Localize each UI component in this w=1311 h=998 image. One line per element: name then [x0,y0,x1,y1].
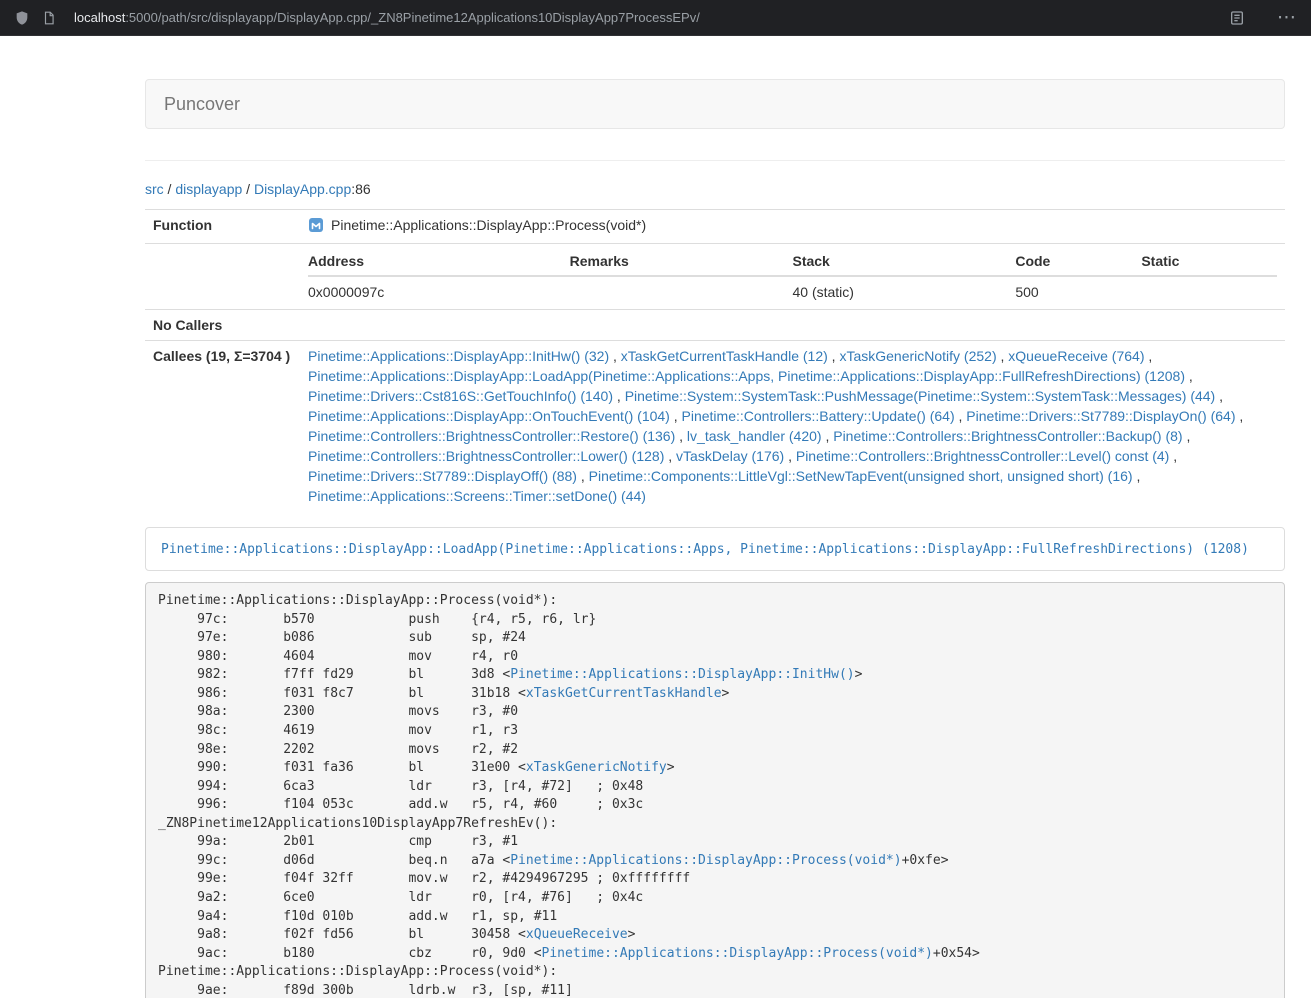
no-callers-value [300,310,1285,341]
browser-chrome: localhost:5000/path/src/displayapp/Displ… [0,0,1311,36]
callee-separator: , [577,468,589,484]
loadapp-symbol-link[interactable]: Pinetime::Applications::DisplayApp::Load… [161,542,1249,557]
disasm-symbol-link[interactable]: xTaskGetCurrentTaskHandle [526,686,722,701]
callee-separator: , [1144,348,1152,364]
callee-link[interactable]: Pinetime::Drivers::Cst816S::GetTouchInfo… [308,388,613,404]
callees-label: Callees (19, Σ=3704 ) [145,341,300,512]
breadcrumb-link-displayapp[interactable]: displayapp [175,181,242,197]
callee-separator: , [955,408,967,424]
callee-link[interactable]: Pinetime::Drivers::St7789::DisplayOn() (… [966,408,1235,424]
callee-separator: , [664,448,676,464]
callee-separator: , [675,428,687,444]
callee-link[interactable]: Pinetime::Controllers::BrightnessControl… [308,448,664,464]
callee-link[interactable]: Pinetime::Applications::DisplayApp::Init… [308,348,609,364]
callee-link[interactable]: xTaskGenericNotify (252) [839,348,996,364]
shield-icon[interactable] [14,10,30,26]
function-label: Function [145,210,300,244]
breadcrumb-link-displayapp.cpp[interactable]: DisplayApp.cpp [254,181,351,197]
url-path: :5000/path/src/displayapp/DisplayApp.cpp… [125,10,700,25]
breadcrumb-separator: / [242,181,254,197]
function-table: Function Pinetime::Applications::Display… [145,209,1285,511]
col-stack: Stack [792,246,1015,276]
callee-link[interactable]: Pinetime::Controllers::Battery::Update()… [682,408,955,424]
reader-mode-icon[interactable] [1229,10,1245,26]
menu-icon[interactable]: ⋯ [1277,8,1297,27]
metrics-table: Address Remarks Stack Code Static 0x0000… [308,246,1277,307]
callee-link[interactable]: Pinetime::Controllers::BrightnessControl… [833,428,1182,444]
metrics-data-row: 0x0000097c 40 (static) 500 [308,276,1277,307]
no-callers-row: No Callers [145,310,1285,341]
function-icon [308,217,324,238]
navbar: Puncover [145,79,1285,129]
callee-link[interactable]: Pinetime::Components::LittleVgl::SetNewT… [589,468,1133,484]
cell-static [1141,276,1277,307]
breadcrumb-line-number: :86 [351,181,370,197]
disasm-symbol-link[interactable]: Pinetime::Applications::DisplayApp::Init… [510,667,854,682]
page-icon [42,11,56,25]
callee-link[interactable]: Pinetime::Controllers::BrightnessControl… [308,428,675,444]
callee-link[interactable]: xTaskGetCurrentTaskHandle (12) [621,348,828,364]
callee-separator: , [1215,388,1223,404]
breadcrumb-link-src[interactable]: src [145,181,164,197]
callees-list: Pinetime::Applications::DisplayApp::Init… [300,341,1285,512]
function-name: Pinetime::Applications::DisplayApp::Proc… [331,217,646,233]
callee-separator: , [828,348,840,364]
metrics-row: Address Remarks Stack Code Static 0x0000… [145,244,1285,310]
callee-link[interactable]: Pinetime::Drivers::St7789::DisplayOff() … [308,468,577,484]
disassembly-block: Pinetime::Applications::DisplayApp::Proc… [145,582,1285,998]
callee-link[interactable]: Pinetime::Applications::DisplayApp::OnTo… [308,408,670,424]
cell-remarks [570,276,793,307]
callee-separator: , [1183,428,1191,444]
function-row: Function Pinetime::Applications::Display… [145,210,1285,244]
col-static: Static [1141,246,1277,276]
disasm-symbol-link[interactable]: Pinetime::Applications::DisplayApp::Proc… [542,946,933,961]
callee-link[interactable]: Pinetime::System::SystemTask::PushMessag… [625,388,1216,404]
cell-stack: 40 (static) [792,276,1015,307]
callee-link[interactable]: lv_task_handler (420) [687,428,822,444]
disasm-symbol-link[interactable]: xQueueReceive [526,927,628,942]
url-bar[interactable]: localhost:5000/path/src/displayapp/Displ… [74,10,1217,25]
breadcrumb: src / displayapp / DisplayApp.cpp:86 [145,179,1285,199]
disasm-symbol-link[interactable]: Pinetime::Applications::DisplayApp::Proc… [510,853,901,868]
callee-link[interactable]: Pinetime::Applications::DisplayApp::Load… [308,368,1185,384]
callee-link[interactable]: xQueueReceive (764) [1008,348,1144,364]
divider [145,160,1285,161]
cell-code: 500 [1015,276,1141,307]
callee-separator: , [784,448,796,464]
callee-separator: , [997,348,1009,364]
url-host: localhost [74,10,125,25]
callee-link[interactable]: vTaskDelay (176) [676,448,784,464]
cell-address: 0x0000097c [308,276,570,307]
disasm-symbol-link[interactable]: xTaskGenericNotify [526,760,667,775]
callee-separator: , [1185,368,1193,384]
callees-row: Callees (19, Σ=3704 ) Pinetime::Applicat… [145,341,1285,512]
callee-link[interactable]: Pinetime::Applications::Screens::Timer::… [308,488,646,504]
page-container: Puncover src / displayapp / DisplayApp.c… [145,79,1285,998]
symbol-panel: Pinetime::Applications::DisplayApp::Load… [145,527,1285,571]
breadcrumb-separator: / [164,181,176,197]
callee-separator: , [1169,448,1177,464]
brand-link[interactable]: Puncover [146,80,258,128]
callee-separator: , [670,408,682,424]
col-address: Address [308,246,570,276]
callee-link[interactable]: Pinetime::Controllers::BrightnessControl… [796,448,1169,464]
no-callers-label: No Callers [145,310,300,341]
callee-separator: , [609,348,621,364]
col-remarks: Remarks [570,246,793,276]
callee-separator: , [1133,468,1141,484]
callee-separator: , [613,388,625,404]
metrics-label-spacer [145,244,300,310]
col-code: Code [1015,246,1141,276]
callee-separator: , [1236,408,1244,424]
callee-separator: , [822,428,834,444]
